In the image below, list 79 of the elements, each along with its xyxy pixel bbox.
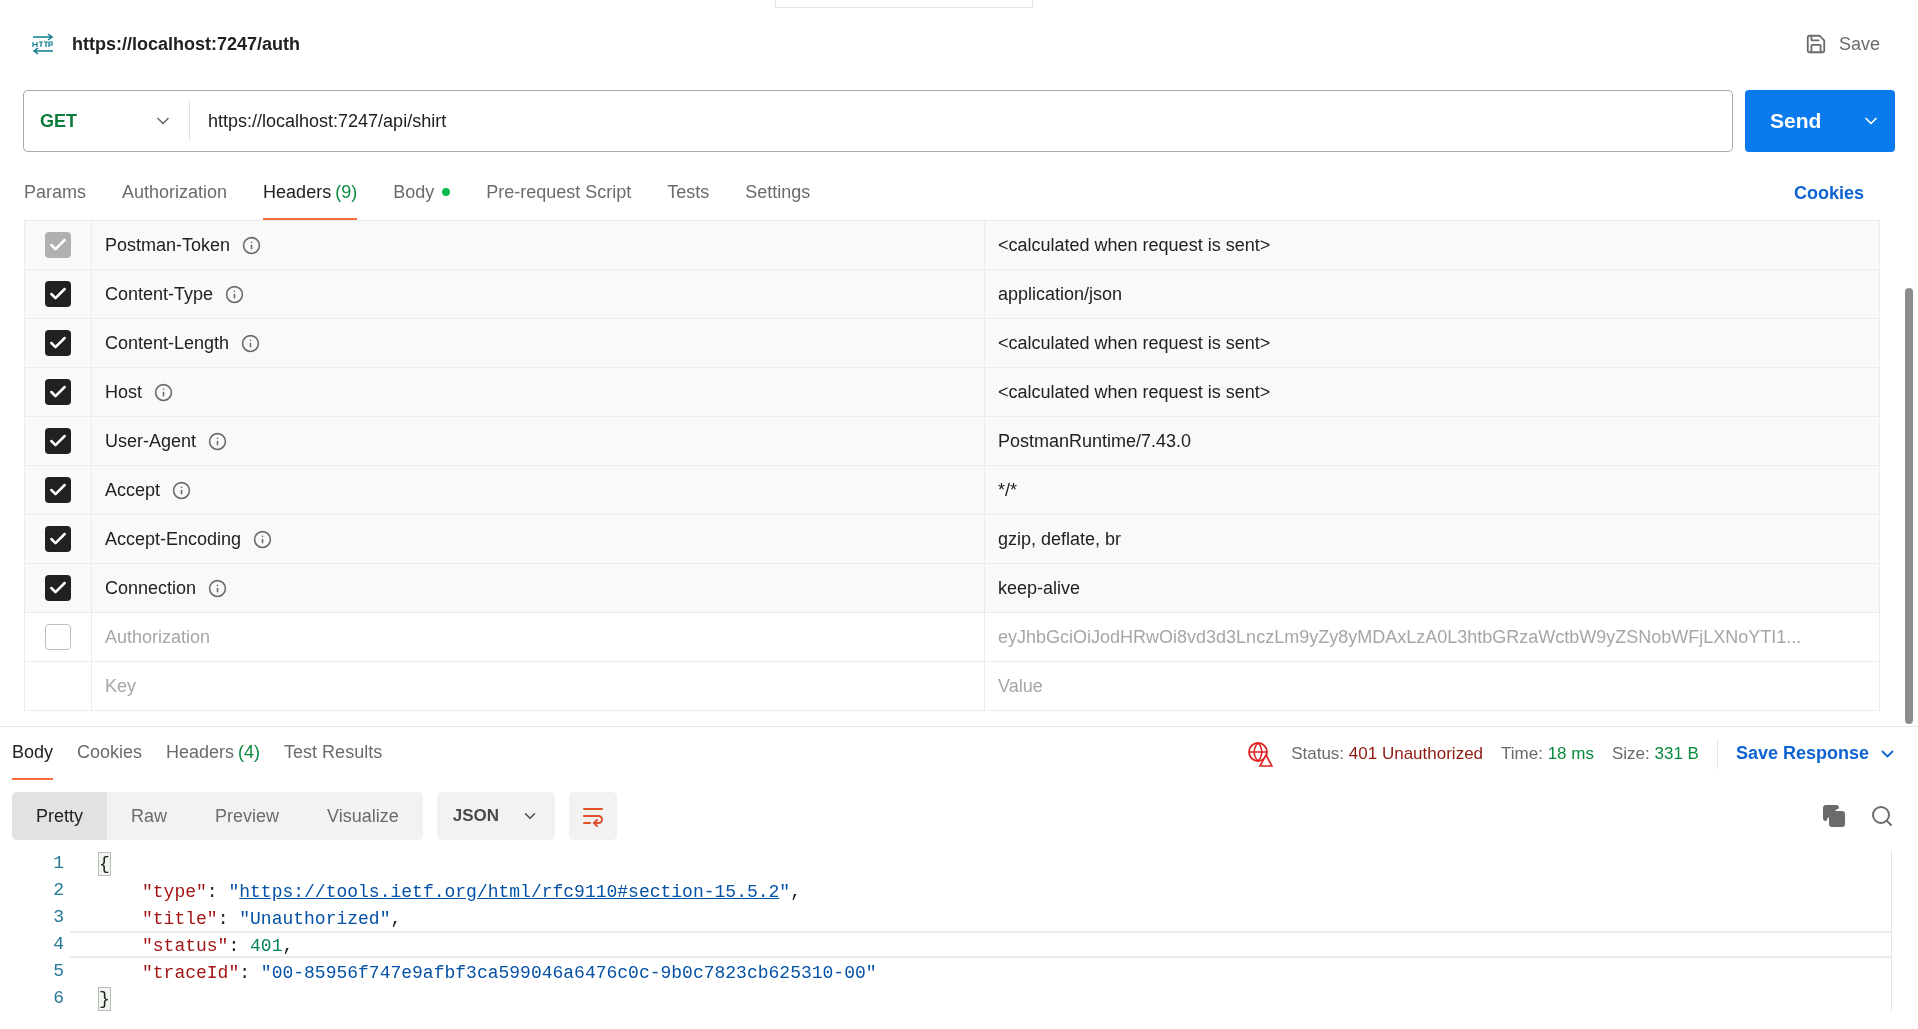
tab[interactable]: Pre-request Script [486,166,632,220]
value-field[interactable]: Value [998,672,1866,700]
header-key: Accept [105,476,161,504]
view-mode-tab[interactable]: Raw [107,792,192,840]
tab[interactable]: Body [12,727,54,780]
view-mode-tab[interactable]: Pretty [12,792,107,840]
view-mode-tab[interactable]: Preview [191,792,304,840]
key-field[interactable]: Key [105,672,971,700]
send-button[interactable]: Send [1745,90,1895,152]
header-value: application/json [998,282,1123,306]
header-key: Content-Type [105,280,214,308]
line-number: 1 [53,852,64,875]
code-line: "traceId": "00-85956f747e9afbf3ca599046a6476c0c-9b0c7823cb625310-00" [141,962,878,985]
header-value: keep-alive [998,576,1081,600]
tab[interactable]: Params [24,166,86,220]
search-icon[interactable] [1870,804,1894,828]
tab[interactable]: Cookies [77,727,143,780]
chevron-icon [1881,749,1894,758]
header-value: eyJhbGciOiJodHRwOi8vd3d3LnczLm9yZy8yMDAxLzA0L3htbGRzaWctbW9yZSNobWFjLXNoYTI1... [998,625,1802,649]
header-key: User-Agent [105,427,197,455]
save-response-button[interactable]: Save Response [1735,740,1894,767]
checkbox[interactable] [45,379,71,405]
tab[interactable]: Body [393,166,451,220]
checkbox[interactable] [45,526,71,552]
header-value: PostmanRuntime/7.43.0 [998,429,1192,453]
size-label: Size: 331 B [1611,742,1699,765]
tab[interactable]: Tests [667,166,710,220]
wrap-button[interactable] [569,792,618,840]
format-dropdown[interactable]: JSON [436,792,556,840]
info-icon[interactable] [225,284,245,304]
checkbox[interactable] [45,428,71,454]
info-icon[interactable] [241,333,261,353]
tab[interactable]: Authorization [122,166,228,220]
code-brace: { [98,851,111,876]
info-icon[interactable] [242,235,262,255]
header-value: */* [998,478,1017,502]
header-value: gzip, deflate, br [998,527,1122,551]
code-line: "type": "https://tools.ietf.org/html/rfc9110#section-15.5.2", [141,881,802,904]
info-icon[interactable] [253,529,273,549]
header-value: <calculated when request is sent> [998,380,1271,404]
info-icon[interactable] [154,382,173,402]
header-value: <calculated when request is sent> [998,331,1271,355]
header-key: Authorization [105,623,211,651]
copy-icon[interactable] [1822,804,1846,828]
info-icon[interactable] [208,578,228,598]
header-key: Accept-Encoding [105,525,242,553]
header-key: Postman-Token [105,231,231,259]
globe-warning-icon [1247,740,1274,767]
checkbox[interactable] [45,281,71,307]
header-key: Host [105,378,142,406]
view-mode-tab[interactable]: Visualize [303,792,423,840]
http-icon [30,33,56,55]
info-icon[interactable] [208,431,228,451]
save-icon [1804,33,1827,55]
code-line: "status": 401, [70,931,1891,958]
info-icon[interactable] [172,480,192,500]
tab[interactable]: Settings [745,166,811,220]
save-button[interactable]: Save [1804,30,1880,58]
checkbox[interactable] [45,477,71,503]
checkbox[interactable] [45,575,71,601]
line-number: 4 [53,933,64,956]
status-label: Status: 401 Unauthorized [1291,742,1484,765]
line-number: 3 [53,906,64,929]
tab[interactable]: Headers (4) [166,727,261,780]
line-number: 6 [53,987,64,1010]
request-title: https://localhost:7247/auth [72,32,301,56]
code-brace: } [98,986,111,1011]
scrollbar-thumb[interactable] [1905,288,1913,724]
header-key: Connection [105,574,197,602]
time-label: Time: 18 ms [1501,742,1594,765]
line-number: 2 [53,879,64,902]
tab[interactable]: Test Results [284,727,383,780]
checkbox[interactable] [45,330,71,356]
header-value: <calculated when request is sent> [998,233,1271,257]
code-line: "title": "Unauthorized", [141,908,403,931]
header-key: Content-Length [105,329,230,357]
line-number: 5 [53,960,64,983]
checkbox[interactable] [45,624,71,650]
cookies-link[interactable]: Cookies [1793,179,1864,207]
